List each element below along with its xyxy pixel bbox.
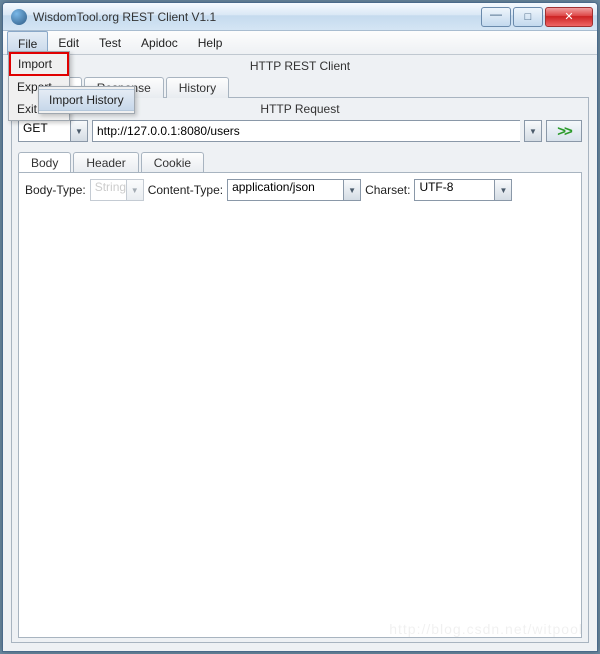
- titlebar[interactable]: WisdomTool.org REST Client V1.1 — □ ✕: [3, 3, 597, 31]
- method-select[interactable]: GET ▼: [18, 120, 88, 142]
- content-type-dropdown-icon[interactable]: ▼: [343, 179, 361, 201]
- window-title: WisdomTool.org REST Client V1.1: [33, 10, 479, 24]
- tab-header[interactable]: Header: [73, 152, 138, 173]
- content-type-select[interactable]: application/json ▼: [227, 179, 361, 201]
- menu-apidoc[interactable]: Apidoc: [131, 31, 188, 54]
- app-icon: [11, 9, 27, 25]
- url-input[interactable]: [92, 120, 520, 142]
- send-button[interactable]: >>: [546, 120, 582, 142]
- body-panel: Body-Type: String ▼ Content-Type: applic…: [18, 172, 582, 638]
- import-submenu: Import History: [38, 86, 135, 114]
- body-type-value: String: [90, 179, 126, 201]
- url-row: GET ▼ ▼ >>: [18, 120, 582, 142]
- tab-history[interactable]: History: [166, 77, 229, 98]
- charset-dropdown-icon[interactable]: ▼: [494, 179, 512, 201]
- body-type-select: String ▼: [90, 179, 144, 201]
- charset-select[interactable]: UTF-8 ▼: [414, 179, 512, 201]
- menu-help[interactable]: Help: [188, 31, 233, 54]
- menu-test[interactable]: Test: [89, 31, 131, 54]
- maximize-button[interactable]: □: [513, 7, 543, 27]
- tab-body[interactable]: Body: [18, 152, 71, 173]
- charset-label: Charset:: [365, 183, 410, 197]
- tab-cookie[interactable]: Cookie: [141, 152, 204, 173]
- file-menu-import[interactable]: Import: [9, 52, 69, 76]
- url-history-dropdown-icon[interactable]: ▼: [524, 120, 542, 142]
- content-type-label: Content-Type:: [148, 183, 223, 197]
- main-title: HTTP REST Client: [5, 57, 595, 77]
- submenu-import-history[interactable]: Import History: [39, 89, 134, 111]
- content-type-value[interactable]: application/json: [227, 179, 343, 201]
- app-window: WisdomTool.org REST Client V1.1 — □ ✕ Fi…: [2, 2, 598, 652]
- close-button[interactable]: ✕: [545, 7, 593, 27]
- method-value[interactable]: GET: [18, 120, 70, 142]
- menubar: File Edit Test Apidoc Help: [3, 31, 597, 55]
- charset-value[interactable]: UTF-8: [414, 179, 494, 201]
- minimize-button[interactable]: —: [481, 7, 511, 27]
- body-type-label: Body-Type:: [25, 183, 86, 197]
- request-panel: HTTP Request GET ▼ ▼ >> Body Header Cook…: [11, 97, 589, 643]
- body-tabs: Body Header Cookie: [18, 152, 582, 173]
- method-dropdown-icon[interactable]: ▼: [70, 120, 88, 142]
- content-area: HTTP REST Client Request Response Histor…: [3, 55, 597, 651]
- body-controls: Body-Type: String ▼ Content-Type: applic…: [25, 179, 575, 201]
- body-type-dropdown-icon: ▼: [126, 179, 144, 201]
- window-controls: — □ ✕: [479, 7, 593, 27]
- body-textarea[interactable]: [25, 207, 575, 631]
